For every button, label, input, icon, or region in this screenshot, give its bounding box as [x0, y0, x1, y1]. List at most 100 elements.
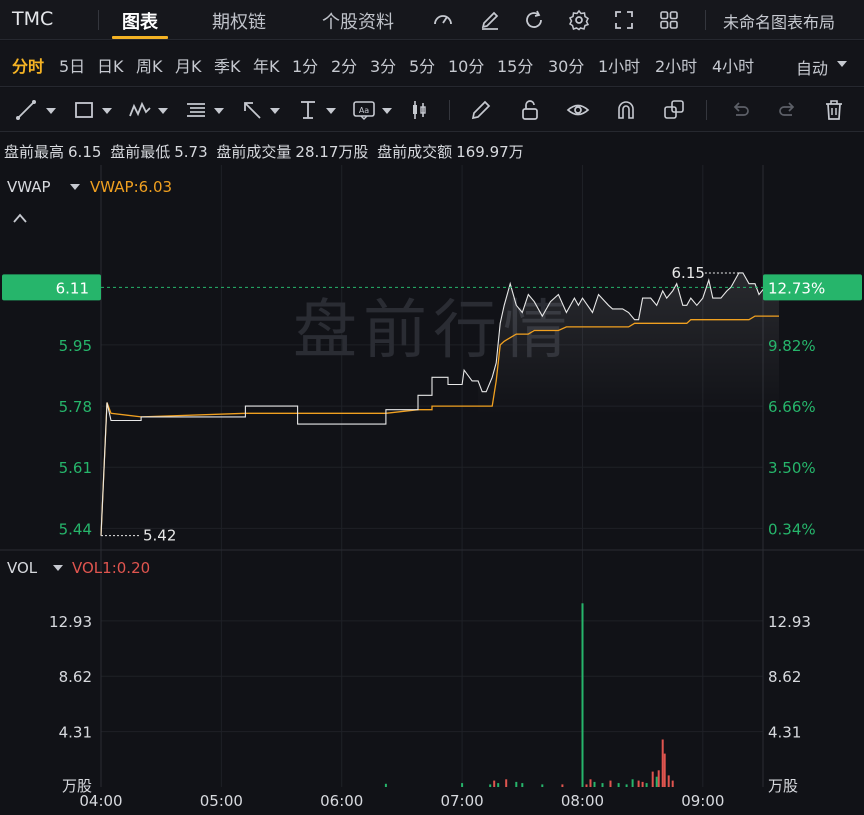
- top-header-bar: TMC 图表 期权链 个股资料 未命名图表布局: [0, 0, 864, 40]
- period-1hour[interactable]: 1小时: [598, 53, 640, 77]
- current-pct: 12.73%: [768, 279, 825, 297]
- period-30min[interactable]: 30分: [548, 53, 584, 77]
- vol-tick-label: 12.93: [768, 613, 811, 631]
- period-15min[interactable]: 15分: [497, 53, 533, 77]
- period-2hour[interactable]: 2小时: [655, 53, 697, 77]
- volume-bar: [515, 781, 518, 787]
- low-annotation: 5.42: [143, 527, 176, 545]
- period-3min[interactable]: 3分: [370, 53, 396, 77]
- layout-name[interactable]: 未命名图表布局: [723, 9, 835, 33]
- chevron-down-icon[interactable]: [382, 108, 392, 114]
- main-indicator-name[interactable]: VWAP: [7, 178, 51, 196]
- refresh-icon[interactable]: [523, 9, 545, 31]
- volume-bar: [655, 776, 658, 787]
- ticker-symbol[interactable]: TMC: [12, 8, 53, 30]
- volume-bar: [651, 771, 654, 787]
- divider: [98, 10, 99, 30]
- pct-tick-label: 6.66%: [768, 398, 816, 416]
- volume-bar: [601, 783, 604, 787]
- price-chart[interactable]: 盘前行情 VWAP VWAP:6.03 VOL VOL1:0.20 6.11 1…: [0, 165, 864, 815]
- period-quarterly[interactable]: 季K: [214, 53, 241, 77]
- chevron-down-icon[interactable]: [214, 108, 224, 114]
- volume-bar: [505, 779, 508, 787]
- volume-bar: [671, 780, 674, 787]
- magnet-icon[interactable]: [614, 98, 638, 122]
- volume-bar: [493, 780, 496, 787]
- volume-bar: [617, 783, 620, 787]
- settings-icon[interactable]: [568, 9, 590, 31]
- x-tick-label: 07:00: [440, 792, 483, 810]
- volume-bar: [657, 770, 660, 787]
- chevron-down-icon[interactable]: [270, 108, 280, 114]
- vol-tick-label: 4.31: [59, 724, 92, 742]
- chevron-down-icon[interactable]: [326, 108, 336, 114]
- trendline-tool-icon[interactable]: [14, 98, 38, 122]
- volume-bar: [581, 603, 584, 787]
- period-monthly[interactable]: 月K: [175, 53, 202, 77]
- volume-bar: [661, 739, 664, 787]
- pencil-icon[interactable]: [469, 98, 493, 122]
- measure-tool-icon[interactable]: [296, 98, 320, 122]
- tab-options-chain[interactable]: 期权链: [212, 8, 266, 34]
- candle-tool-icon[interactable]: [408, 98, 432, 122]
- period-2min[interactable]: 2分: [331, 53, 357, 77]
- volume-indicator-name[interactable]: VOL: [7, 559, 38, 577]
- chart-background: [0, 165, 864, 815]
- period-4hour[interactable]: 4小时: [712, 53, 754, 77]
- mode-dropdown[interactable]: 自动: [796, 55, 828, 79]
- period-intraday[interactable]: 分时: [12, 53, 44, 77]
- volume-bar: [667, 775, 670, 787]
- eye-icon[interactable]: [566, 98, 590, 122]
- vol-unit-label: 万股: [768, 777, 798, 795]
- copy-icon[interactable]: [662, 98, 686, 122]
- volume-bar: [521, 783, 524, 787]
- chevron-down-icon[interactable]: [837, 61, 847, 67]
- volume-bar: [631, 779, 634, 787]
- unlock-icon[interactable]: [518, 98, 542, 122]
- volume-bar: [637, 780, 640, 787]
- undo-icon[interactable]: [728, 98, 752, 122]
- rectangle-tool-icon[interactable]: [72, 98, 96, 122]
- x-tick-label: 04:00: [79, 792, 122, 810]
- trash-icon[interactable]: [822, 98, 846, 122]
- volume-bar: [645, 783, 648, 787]
- tab-chart[interactable]: 图表: [122, 8, 158, 34]
- pattern-tool-icon[interactable]: [128, 98, 152, 122]
- chevron-down-icon[interactable]: [102, 108, 112, 114]
- vol-tick-label: 4.31: [768, 724, 801, 742]
- chevron-down-icon[interactable]: [158, 108, 168, 114]
- volume-bar: [585, 784, 588, 787]
- current-price: 6.11: [56, 279, 89, 297]
- volume-bar: [461, 783, 464, 787]
- volume-bar: [541, 784, 544, 787]
- period-10min[interactable]: 10分: [448, 53, 484, 77]
- premarket-volume-label: 盘前成交量: [216, 143, 292, 161]
- fib-tool-icon[interactable]: [184, 98, 208, 122]
- period-weekly[interactable]: 周K: [136, 53, 163, 77]
- period-5min[interactable]: 5分: [409, 53, 435, 77]
- premarket-amount-value: 169.97万: [456, 143, 524, 161]
- premarket-volume-value: 28.17万股: [295, 143, 369, 161]
- grid-icon[interactable]: [658, 9, 680, 31]
- pct-tick-label: 3.50%: [768, 459, 816, 477]
- chevron-down-icon[interactable]: [46, 108, 56, 114]
- divider: [449, 100, 450, 120]
- edit-icon[interactable]: [479, 9, 501, 31]
- pct-tick-label: 9.82%: [768, 337, 816, 355]
- redo-icon[interactable]: [776, 98, 800, 122]
- arrow-tool-icon[interactable]: [240, 98, 264, 122]
- period-daily[interactable]: 日K: [97, 53, 124, 77]
- premarket-low-label: 盘前最低: [110, 143, 171, 161]
- gauge-icon[interactable]: [432, 9, 454, 31]
- period-5day[interactable]: 5日: [59, 53, 85, 77]
- pct-tick-label: 0.34%: [768, 520, 816, 538]
- period-1min[interactable]: 1分: [292, 53, 318, 77]
- drawing-toolbar: Aa: [0, 88, 864, 132]
- premarket-high-label: 盘前最高: [4, 143, 65, 161]
- fullscreen-icon[interactable]: [613, 9, 635, 31]
- period-yearly[interactable]: 年K: [253, 53, 280, 77]
- volume-bar: [609, 780, 612, 787]
- text-tool-icon[interactable]: Aa: [352, 98, 376, 122]
- tab-company-profile[interactable]: 个股资料: [322, 8, 394, 34]
- y-tick-label: 5.78: [59, 398, 92, 416]
